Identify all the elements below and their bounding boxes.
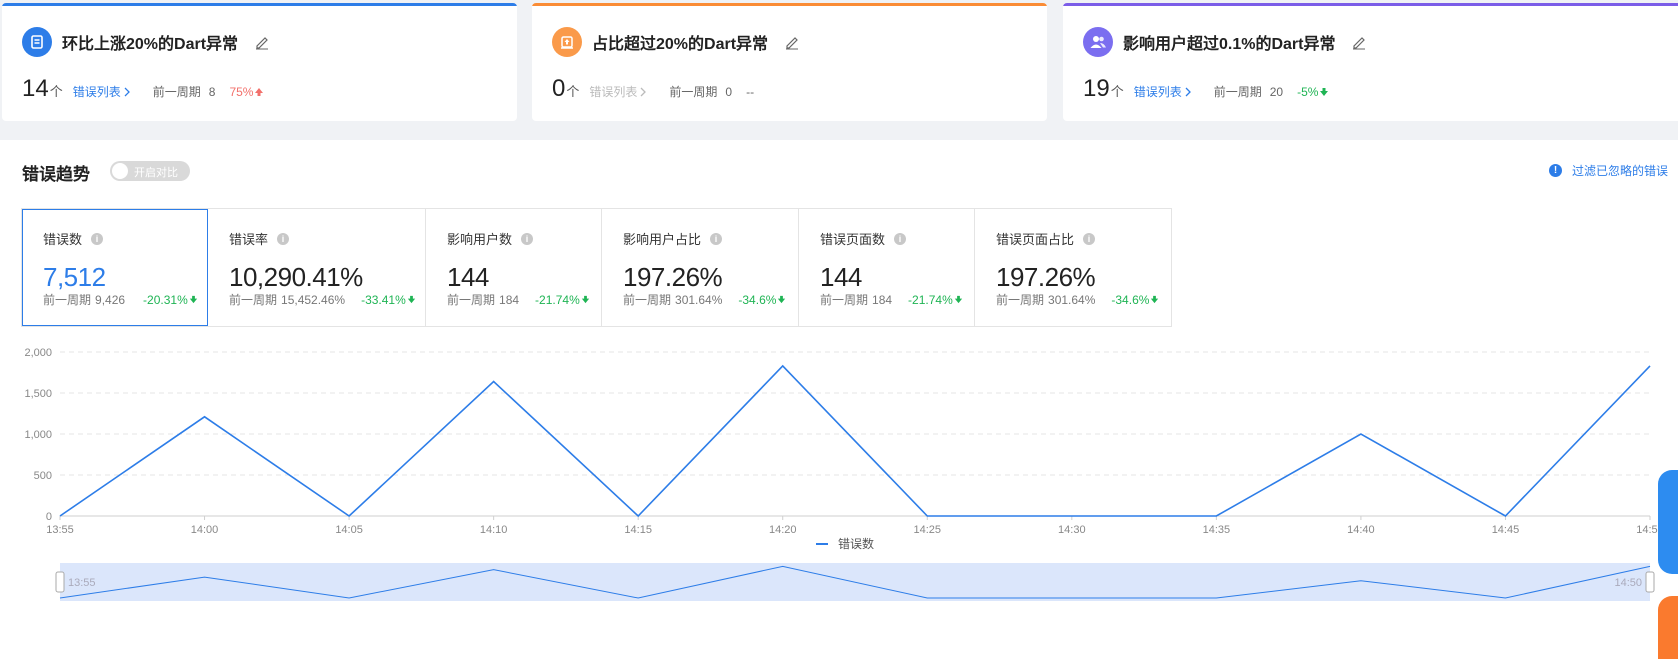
y-tick-label: 500	[34, 470, 52, 482]
card-unit: 个	[49, 84, 63, 99]
x-tick-label: 14:05	[335, 524, 363, 536]
floating-help-button[interactable]	[1658, 470, 1678, 574]
x-tick-label: 14:10	[480, 524, 508, 536]
x-tick-label: 14:40	[1347, 524, 1375, 536]
edit-icon[interactable]	[784, 34, 800, 50]
zoom-start-label: 13:55	[68, 577, 96, 589]
x-tick-label: 14:00	[191, 524, 219, 536]
edit-icon[interactable]	[254, 34, 270, 50]
change-value: 75%	[229, 85, 265, 99]
x-tick-label: 14:30	[1058, 524, 1086, 536]
error-trend-panel: 错误趋势 开启对比 ! 过滤已忽略的错误 错误数 i 7,512 前一周期 9,42…	[0, 140, 1678, 659]
x-tick-label: 14:35	[1203, 524, 1231, 536]
error-trend-chart: 0 500 1,000 1,500 2,000 13:55 14:00 14:05 14:10 1…	[24, 347, 1664, 601]
card-title: 影响用户超过0.1%的Dart异常	[1123, 36, 1336, 53]
zoom-handle-left[interactable]	[55, 571, 65, 593]
alert-card-ratio: 占比超过20%的Dart异常 0 个 错误列表 前一周期 0 --	[532, 3, 1047, 121]
x-tick-label: 14:20	[769, 524, 797, 536]
alert-card-users: 影响用户超过0.1%的Dart异常 19 个 错误列表 前一周期 20 -5%	[1063, 3, 1678, 121]
card-count: 0	[552, 75, 566, 102]
card-count: 14	[22, 75, 49, 102]
arrow-down-icon	[1320, 88, 1329, 96]
chevron-right-icon	[640, 87, 647, 96]
alert-cards: 环比上涨20%的Dart异常 14 个 错误列表 前一周期 8 75% 占比超过…	[0, 0, 1678, 122]
prev-label: 前一周期	[1213, 85, 1262, 99]
prev-value: 20	[1269, 85, 1284, 99]
prev-label: 前一周期	[669, 85, 718, 99]
card-count: 19	[1083, 75, 1110, 102]
arrow-up-icon	[255, 88, 264, 96]
card-unit: 个	[566, 84, 580, 99]
prev-label: 前一周期	[152, 85, 201, 99]
change-value: -5%	[1297, 85, 1330, 99]
y-tick-label: 1,000	[24, 429, 52, 441]
card-unit: 个	[1110, 84, 1124, 99]
legend-label: 错误数	[838, 536, 874, 551]
edit-icon[interactable]	[1351, 34, 1367, 50]
users-icon	[1083, 27, 1113, 57]
card-title: 环比上涨20%的Dart异常	[62, 36, 239, 53]
error-list-link[interactable]: 错误列表	[73, 83, 133, 100]
zoom-handle-right[interactable]	[1645, 571, 1655, 593]
error-list-link[interactable]: 错误列表	[1134, 83, 1194, 100]
y-tick-label: 1,500	[24, 388, 52, 400]
series-line-error-count	[59, 364, 1651, 518]
x-tick-label: 14:15	[624, 524, 652, 536]
document-icon	[22, 27, 52, 57]
y-tick-label: 0	[46, 511, 52, 523]
error-list-link[interactable]: 错误列表	[589, 83, 649, 100]
upload-icon	[552, 27, 582, 57]
zoom-end-label: 14:50	[1614, 577, 1642, 589]
floating-action-button[interactable]	[1658, 596, 1678, 659]
chevron-right-icon	[124, 87, 130, 96]
prev-value: 8	[208, 85, 216, 99]
x-tick-label: 14:45	[1492, 524, 1520, 536]
prev-value: 0	[725, 85, 733, 99]
x-tick-label: 14:25	[914, 524, 942, 536]
y-tick-label: 2,000	[24, 347, 52, 359]
x-tick-label: 13:55	[46, 524, 74, 536]
alert-card-growth: 环比上涨20%的Dart异常 14 个 错误列表 前一周期 8 75%	[2, 3, 517, 121]
change-value: --	[746, 85, 755, 99]
card-title: 占比超过20%的Dart异常	[592, 36, 769, 53]
chevron-right-icon	[1185, 87, 1191, 96]
